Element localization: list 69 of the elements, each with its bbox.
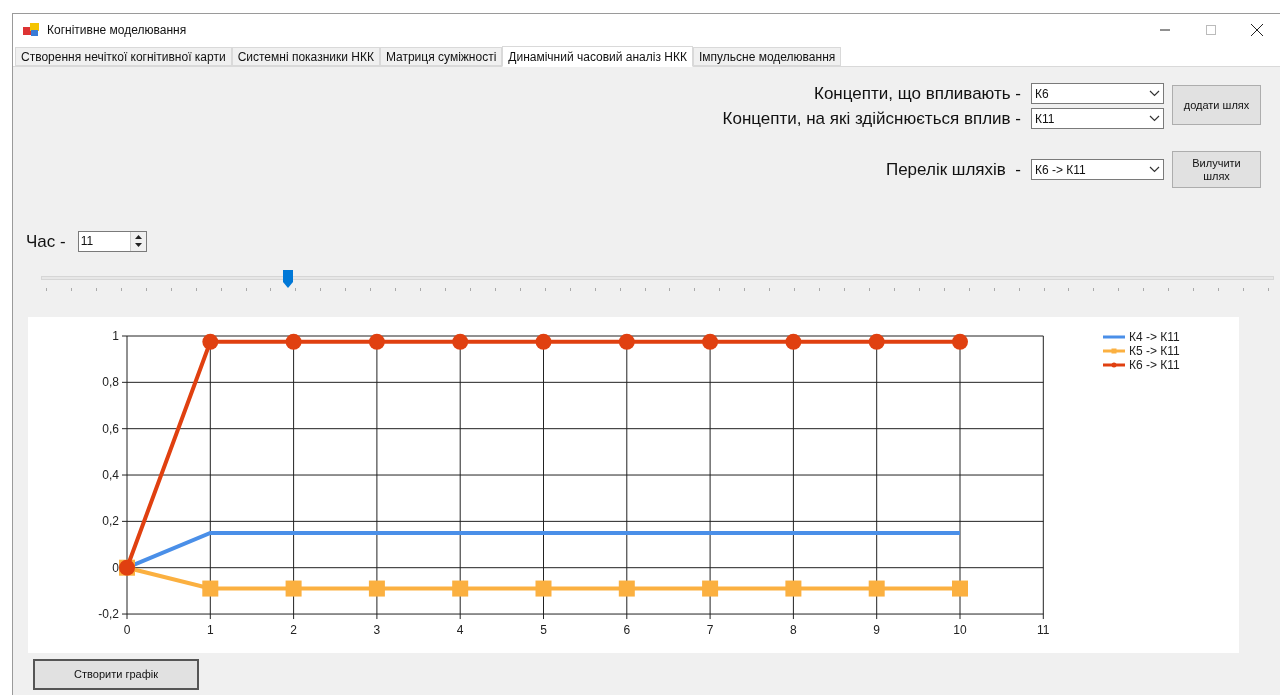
point: [618, 333, 635, 350]
point: [952, 333, 968, 350]
point: [702, 580, 719, 597]
y-axis-label: 1: [112, 328, 119, 343]
close-icon: [1251, 24, 1263, 36]
point: [368, 580, 385, 597]
x-axis-label: 11: [1037, 622, 1050, 637]
window-title: Когнітивне моделювання: [47, 22, 187, 39]
number-spinner[interactable]: 11: [77, 231, 147, 253]
point: [702, 333, 719, 350]
x-axis-label: 4: [456, 622, 464, 637]
y-axis-label: 0,8: [102, 374, 119, 389]
add-path-button[interactable]: додати шлях: [1172, 85, 1261, 125]
point: [452, 333, 469, 350]
x-axis-label: 10: [953, 622, 967, 637]
point: [868, 333, 885, 350]
chevron-down-icon: [1149, 90, 1160, 97]
app-window-icon: [23, 23, 39, 37]
y-axis-label: 0,2: [102, 513, 119, 528]
x-axis-label: 1: [206, 622, 214, 637]
point: [868, 580, 885, 597]
point: [202, 580, 219, 597]
legend-label: К4 -> К11: [1129, 329, 1180, 344]
point: [202, 333, 219, 350]
tab[interactable]: Імпульсне моделювання: [692, 47, 842, 66]
remove-path-button[interactable]: Вилучити шлях: [1172, 151, 1261, 188]
create-chart-button[interactable]: Створити графік: [33, 658, 199, 690]
maximize-icon: [1206, 25, 1216, 35]
field-label: Перелік шляхів -: [885, 159, 1021, 180]
slider-thumb[interactable]: [281, 268, 294, 289]
x-axis-label: 3: [373, 622, 381, 637]
tab[interactable]: Створення нечіткої когнітивної карти: [15, 47, 232, 66]
x-axis-label: 9: [873, 622, 881, 637]
x-axis-label: 0: [123, 622, 131, 637]
field-label: Концепти, на які здійснюється вплив -: [722, 108, 1021, 129]
legend-label: К6 -> К11: [1129, 357, 1180, 372]
dropdown-field[interactable]: К6: [1031, 83, 1164, 104]
field-label: Концепти, що впливають -: [814, 83, 1021, 104]
tab[interactable]: Динамічний часовий аналіз НКК: [502, 46, 693, 67]
y-axis-label: -0,2: [98, 606, 119, 621]
x-axis-label: 6: [623, 622, 631, 637]
legend-label: К5 -> К11: [1129, 343, 1180, 358]
point: [785, 333, 802, 350]
y-axis-label: 0,6: [102, 421, 119, 436]
point: [535, 333, 552, 350]
point: [368, 333, 385, 350]
point: [618, 580, 635, 597]
tab[interactable]: Системні показники НКК: [231, 47, 380, 66]
point: [452, 580, 469, 597]
dropdown-field[interactable]: К6 -> К11: [1031, 159, 1164, 180]
point: [535, 580, 552, 597]
x-axis-label: 7: [706, 622, 714, 637]
dropdown-field[interactable]: К11: [1031, 108, 1164, 129]
legend-line-icon: [1103, 362, 1125, 367]
chevron-down-icon: [1149, 115, 1160, 122]
x-axis-label: 2: [290, 622, 297, 637]
time-label: Час -: [26, 231, 66, 253]
y-axis-label: 0: [112, 560, 119, 575]
point: [952, 580, 968, 597]
legend-line-icon: [1103, 335, 1125, 338]
point: [785, 580, 802, 597]
point: [285, 333, 302, 350]
x-axis-label: 5: [540, 622, 547, 637]
point: [285, 580, 302, 597]
tab[interactable]: Матриця суміжності: [379, 47, 503, 66]
chevron-down-icon: [1149, 166, 1160, 173]
x-axis-label: 8: [790, 622, 797, 637]
legend-line-icon: [1103, 348, 1125, 353]
y-axis-label: 0,4: [102, 467, 119, 482]
